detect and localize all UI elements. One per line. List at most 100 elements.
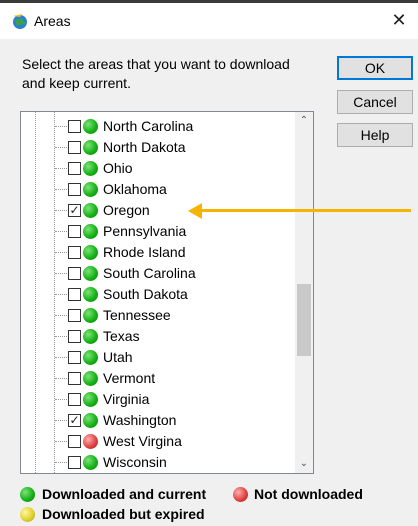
area-checkbox[interactable] bbox=[68, 330, 81, 343]
area-item[interactable]: South Dakota bbox=[21, 284, 291, 305]
green-status-icon bbox=[20, 487, 35, 502]
tree-connector bbox=[55, 378, 67, 379]
close-icon[interactable]: ✕ bbox=[390, 10, 408, 30]
area-item[interactable]: Rhode Island bbox=[21, 242, 291, 263]
area-item[interactable]: Oklahoma bbox=[21, 179, 291, 200]
area-label[interactable]: Oklahoma bbox=[103, 181, 167, 198]
instructions-text: Select the areas that you want to downlo… bbox=[22, 56, 290, 91]
area-checkbox[interactable]: ✓ bbox=[68, 414, 81, 427]
area-item[interactable]: Wisconsin bbox=[21, 452, 291, 473]
tree-connector bbox=[55, 462, 67, 463]
legend-not-downloaded: Not downloaded bbox=[254, 486, 363, 502]
green-status-icon bbox=[83, 287, 98, 302]
yellow-status-icon bbox=[20, 507, 35, 522]
annotation-arrow-head-icon bbox=[188, 203, 202, 219]
area-label[interactable]: Utah bbox=[103, 349, 133, 366]
area-item[interactable]: North Dakota bbox=[21, 137, 291, 158]
tree-connector bbox=[55, 357, 67, 358]
area-item[interactable]: South Carolina bbox=[21, 263, 291, 284]
area-label[interactable]: Wisconsin bbox=[103, 454, 167, 471]
area-label[interactable]: South Dakota bbox=[103, 286, 188, 303]
area-checkbox[interactable] bbox=[68, 351, 81, 364]
tree-connector bbox=[55, 399, 67, 400]
scroll-thumb[interactable] bbox=[297, 284, 311, 356]
area-label[interactable]: Virginia bbox=[103, 391, 149, 408]
green-status-icon bbox=[83, 329, 98, 344]
green-status-icon bbox=[83, 203, 98, 218]
green-status-icon bbox=[83, 455, 98, 470]
help-button[interactable]: Help bbox=[337, 123, 413, 147]
area-checkbox[interactable] bbox=[68, 162, 81, 175]
green-status-icon bbox=[83, 245, 98, 260]
area-checkbox[interactable] bbox=[68, 120, 81, 133]
area-label[interactable]: Oregon bbox=[103, 202, 150, 219]
green-status-icon bbox=[83, 140, 98, 155]
area-label[interactable]: Texas bbox=[103, 328, 140, 345]
area-item[interactable]: Tennessee bbox=[21, 305, 291, 326]
area-label[interactable]: North Dakota bbox=[103, 139, 185, 156]
tree-connector bbox=[55, 315, 67, 316]
tree-connector bbox=[55, 210, 67, 211]
area-checkbox[interactable] bbox=[68, 141, 81, 154]
area-item[interactable]: Vermont bbox=[21, 368, 291, 389]
tree-connector bbox=[55, 252, 67, 253]
ok-button[interactable]: OK bbox=[337, 56, 413, 80]
green-status-icon bbox=[83, 371, 98, 386]
green-status-icon bbox=[83, 161, 98, 176]
title-bar[interactable]: Areas ✕ bbox=[0, 3, 418, 39]
area-checkbox[interactable] bbox=[68, 225, 81, 238]
green-status-icon bbox=[83, 350, 98, 365]
area-item[interactable]: Pennsylvania bbox=[21, 221, 291, 242]
area-checkbox[interactable] bbox=[68, 183, 81, 196]
area-checkbox[interactable] bbox=[68, 246, 81, 259]
tree-connector bbox=[55, 189, 67, 190]
area-label[interactable]: Pennsylvania bbox=[103, 223, 186, 240]
green-status-icon bbox=[83, 308, 98, 323]
area-label[interactable]: Rhode Island bbox=[103, 244, 186, 261]
area-checkbox[interactable]: ✓ bbox=[68, 204, 81, 217]
tree-connector bbox=[55, 273, 67, 274]
area-checkbox[interactable] bbox=[68, 393, 81, 406]
legend-downloaded-current: Downloaded and current bbox=[42, 486, 207, 502]
area-label[interactable]: Tennessee bbox=[103, 307, 171, 324]
green-status-icon bbox=[83, 119, 98, 134]
tree-connector bbox=[55, 420, 67, 421]
areas-tree-list[interactable]: North Carolina North Dakota Ohio Oklahoma ✓ O… bbox=[20, 111, 314, 474]
area-item[interactable]: North Carolina bbox=[21, 116, 291, 137]
area-checkbox[interactable] bbox=[68, 309, 81, 322]
area-label[interactable]: Ohio bbox=[103, 160, 133, 177]
green-status-icon bbox=[83, 182, 98, 197]
green-status-icon bbox=[83, 266, 98, 281]
legend-downloaded-expired: Downloaded but expired bbox=[42, 506, 205, 522]
tree-connector bbox=[55, 294, 67, 295]
cancel-button[interactable]: Cancel bbox=[337, 90, 413, 114]
area-checkbox[interactable] bbox=[68, 456, 81, 469]
vertical-scrollbar[interactable]: ⌃ ⌄ bbox=[295, 112, 313, 473]
area-item[interactable]: West Virgina bbox=[21, 431, 291, 452]
scroll-down-icon[interactable]: ⌄ bbox=[295, 455, 313, 473]
area-item[interactable]: Virginia bbox=[21, 389, 291, 410]
globe-arrow-icon bbox=[13, 14, 27, 29]
area-checkbox[interactable] bbox=[68, 267, 81, 280]
green-status-icon bbox=[83, 413, 98, 428]
area-label[interactable]: Washington bbox=[103, 412, 176, 429]
tree-connector bbox=[55, 126, 67, 127]
red-status-icon bbox=[233, 487, 248, 502]
area-checkbox[interactable] bbox=[68, 372, 81, 385]
area-item[interactable]: Texas bbox=[21, 326, 291, 347]
window-title: Areas bbox=[34, 13, 71, 29]
area-label[interactable]: Vermont bbox=[103, 370, 155, 387]
area-checkbox[interactable] bbox=[68, 288, 81, 301]
area-label[interactable]: West Virgina bbox=[103, 433, 182, 450]
annotation-arrow-line bbox=[200, 209, 411, 212]
red-status-icon bbox=[83, 434, 98, 449]
tree-connector bbox=[55, 336, 67, 337]
green-status-icon bbox=[83, 224, 98, 239]
area-label[interactable]: North Carolina bbox=[103, 118, 193, 135]
area-checkbox[interactable] bbox=[68, 435, 81, 448]
area-item[interactable]: Ohio bbox=[21, 158, 291, 179]
area-label[interactable]: South Carolina bbox=[103, 265, 196, 282]
area-item[interactable]: ✓ Washington bbox=[21, 410, 291, 431]
scroll-up-icon[interactable]: ⌃ bbox=[295, 112, 313, 130]
area-item[interactable]: Utah bbox=[21, 347, 291, 368]
